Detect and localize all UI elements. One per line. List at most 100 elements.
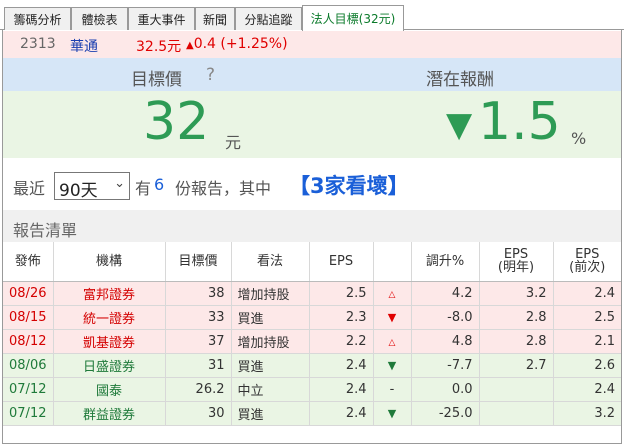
report-date: 07/12 — [3, 377, 54, 402]
stock-price: 32.5元 — [136, 39, 182, 55]
analyst-view: 增加持股 — [231, 281, 310, 306]
trend-icon: △ — [373, 329, 412, 354]
table-row[interactable]: 08/15 統一證券 33 買進 2.3 ▼ -8.0 2.8 2.5 — [3, 305, 621, 330]
tab-health-check[interactable]: 體檢表 — [71, 7, 128, 30]
target-price: 31 — [165, 353, 232, 378]
col-broker[interactable]: 機構 — [53, 242, 166, 282]
broker-name: 日盛證券 — [53, 353, 166, 378]
tab-branch-tracking[interactable]: 分點追蹤 — [235, 7, 302, 30]
analyst-view: 買進 — [231, 305, 310, 330]
eps-value: 2.2 — [309, 329, 374, 354]
target-price: 37 — [165, 329, 232, 354]
report-date: 08/06 — [3, 353, 54, 378]
down-triangle-icon: ▼ — [387, 358, 397, 372]
change-percent: 4.2 — [411, 281, 480, 306]
report-table: 發佈 機構 目標價 看法 EPS 調升% EPS (明年) EPS (前次) 0… — [3, 242, 621, 426]
col-eps-prev[interactable]: EPS (前次) — [553, 242, 621, 282]
report-date: 08/12 — [3, 329, 54, 354]
eps-previous: 2.4 — [553, 281, 621, 306]
help-icon[interactable]: ? — [206, 65, 215, 85]
table-row[interactable]: 08/26 富邦證券 38 增加持股 2.5 △ 4.2 3.2 2.4 — [3, 281, 621, 306]
eps-previous: 3.2 — [553, 401, 621, 426]
report-list-title: 報告清單 — [3, 210, 621, 242]
target-price: 38 — [165, 281, 232, 306]
trend-icon: - — [373, 377, 412, 402]
stock-change: ▲0.4 (+1.25%) — [186, 36, 288, 52]
down-triangle-icon: ▼ — [446, 105, 473, 145]
report-date: 07/12 — [3, 401, 54, 426]
eps-next-year: 2.8 — [479, 305, 554, 330]
broker-name: 統一證券 — [53, 305, 166, 330]
target-price: 33 — [165, 305, 232, 330]
target-price: 30 — [165, 401, 232, 426]
eps-previous: 2.1 — [553, 329, 621, 354]
eps-next-year: 3.2 — [479, 281, 554, 306]
col-arrow — [373, 242, 412, 282]
target-price-value: 32 — [143, 92, 210, 152]
tab-bar: 籌碼分析 體檢表 重大事件 新聞 分點追蹤 法人目標(32元) — [0, 0, 624, 31]
target-price: 26.2 — [165, 377, 232, 402]
eps-value: 2.4 — [309, 353, 374, 378]
broker-name: 群益證券 — [53, 401, 166, 426]
report-date: 08/26 — [3, 281, 54, 306]
eps-previous: 2.5 — [553, 305, 621, 330]
eps-next-year: 2.8 — [479, 329, 554, 354]
eps-value: 2.3 — [309, 305, 374, 330]
up-triangle-icon: △ — [388, 337, 396, 348]
filter-have: 有 — [135, 179, 152, 198]
table-row[interactable]: 08/12 凱基證券 37 增加持股 2.2 △ 4.8 2.8 2.1 — [3, 329, 621, 354]
dash-icon: - — [389, 381, 395, 397]
eps-next-year: 2.7 — [479, 353, 554, 378]
eps-previous: 2.4 — [553, 377, 621, 402]
analyst-view: 買進 — [231, 401, 310, 426]
change-percent: -8.0 — [411, 305, 480, 330]
broker-name: 國泰 — [53, 377, 166, 402]
col-date[interactable]: 發佈 — [3, 242, 54, 282]
chevron-down-icon: ⌄ — [114, 176, 125, 191]
trend-icon: ▼ — [373, 401, 412, 426]
period-select[interactable]: 90天 ⌄ — [54, 172, 130, 201]
table-row[interactable]: 07/12 國泰 26.2 中立 2.4-0.0 2.4 — [3, 377, 621, 402]
report-count: 6 — [154, 175, 165, 194]
report-filter: 最近 90天 ⌄ 有 6 份報告，其中 【3家看壞】 — [3, 158, 621, 210]
change-percent: -7.7 — [411, 353, 480, 378]
col-change[interactable]: 調升% — [411, 242, 480, 282]
period-select-value: 90天 — [59, 181, 98, 201]
table-row[interactable]: 07/12 群益證券 30 買進 2.4 ▼ -25.0 3.2 — [3, 401, 621, 426]
stock-quote-bar: 2313 華通 32.5元 ▲0.4 (+1.25%) — [3, 31, 621, 58]
summary-values: 32 元 ▼ 1.5 % — [3, 91, 621, 158]
eps-value: 2.5 — [309, 281, 374, 306]
tab-news[interactable]: 新聞 — [195, 7, 235, 30]
analyst-view: 增加持股 — [231, 329, 310, 354]
report-list-title-text: 報告清單 — [13, 221, 78, 240]
tab-institutional-target[interactable]: 法人目標(32元) — [302, 5, 404, 31]
table-row[interactable]: 08/06 日盛證券 31 買進 2.4 ▼ -7.7 2.7 2.6 — [3, 353, 621, 378]
eps-value: 2.4 — [309, 377, 374, 402]
report-date: 08/15 — [3, 305, 54, 330]
trend-icon: △ — [373, 281, 412, 306]
eps-next-year — [479, 377, 554, 402]
table-header-row: 發佈 機構 目標價 看法 EPS 調升% EPS (明年) EPS (前次) — [3, 242, 621, 282]
eps-value: 2.4 — [309, 401, 374, 426]
analyst-view: 中立 — [231, 377, 310, 402]
stock-name[interactable]: 華通 — [70, 36, 98, 56]
col-view[interactable]: 看法 — [231, 242, 310, 282]
down-triangle-icon: ▼ — [387, 310, 397, 324]
col-eps[interactable]: EPS — [309, 242, 374, 282]
trend-icon: ▼ — [373, 353, 412, 378]
potential-return-value: 1.5 — [478, 92, 561, 152]
change-percent: 4.8 — [411, 329, 480, 354]
potential-return-unit: % — [571, 129, 587, 148]
analyst-view: 買進 — [231, 353, 310, 378]
change-percent: -25.0 — [411, 401, 480, 426]
col-target[interactable]: 目標價 — [165, 242, 232, 282]
broker-name: 凱基證券 — [53, 329, 166, 354]
tab-chip-analysis[interactable]: 籌碼分析 — [4, 7, 71, 30]
tab-major-events[interactable]: 重大事件 — [128, 7, 195, 30]
trend-icon: ▼ — [373, 305, 412, 330]
filter-suffix: 份報告，其中 — [175, 179, 272, 198]
bearish-verdict: 【3家看壞】 — [289, 174, 409, 198]
target-price-label: 目標價 — [131, 70, 182, 90]
col-eps-next[interactable]: EPS (明年) — [479, 242, 554, 282]
eps-previous: 2.6 — [553, 353, 621, 378]
